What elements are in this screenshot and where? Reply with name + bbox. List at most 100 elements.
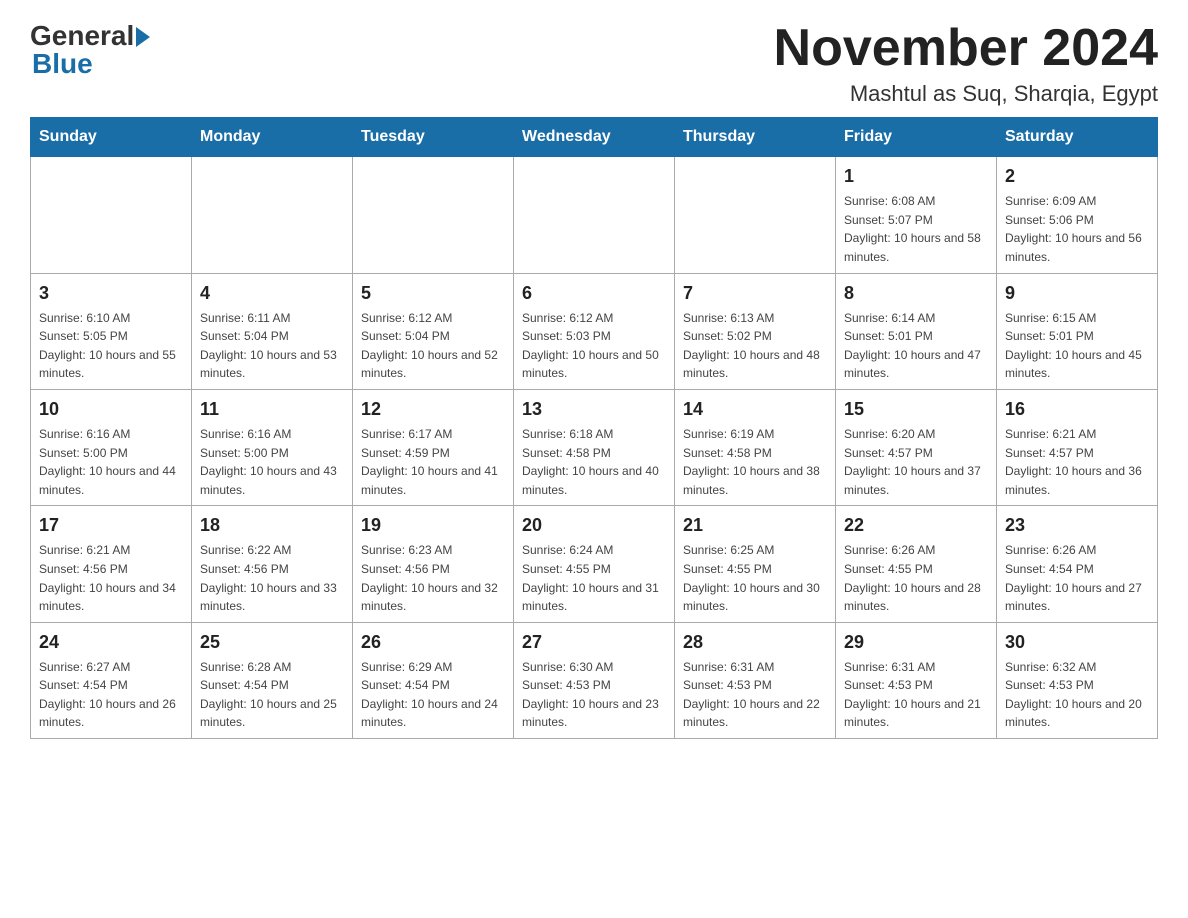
day-number: 6 xyxy=(522,280,666,307)
weekday-header-friday: Friday xyxy=(836,118,997,157)
calendar-cell: 20Sunrise: 6:24 AM Sunset: 4:55 PM Dayli… xyxy=(514,506,675,622)
calendar-cell xyxy=(192,157,353,273)
day-info: Sunrise: 6:17 AM Sunset: 4:59 PM Dayligh… xyxy=(361,425,505,499)
day-number: 25 xyxy=(200,629,344,656)
day-number: 10 xyxy=(39,396,183,423)
calendar-cell: 2Sunrise: 6:09 AM Sunset: 5:06 PM Daylig… xyxy=(997,157,1158,273)
day-info: Sunrise: 6:32 AM Sunset: 4:53 PM Dayligh… xyxy=(1005,658,1149,732)
calendar-cell: 5Sunrise: 6:12 AM Sunset: 5:04 PM Daylig… xyxy=(353,273,514,389)
day-number: 30 xyxy=(1005,629,1149,656)
title-block: November 2024 Mashtul as Suq, Sharqia, E… xyxy=(774,20,1158,107)
weekday-header-row: SundayMondayTuesdayWednesdayThursdayFrid… xyxy=(31,118,1158,157)
day-info: Sunrise: 6:25 AM Sunset: 4:55 PM Dayligh… xyxy=(683,541,827,615)
day-info: Sunrise: 6:26 AM Sunset: 4:55 PM Dayligh… xyxy=(844,541,988,615)
day-number: 15 xyxy=(844,396,988,423)
calendar-cell: 15Sunrise: 6:20 AM Sunset: 4:57 PM Dayli… xyxy=(836,389,997,505)
day-info: Sunrise: 6:22 AM Sunset: 4:56 PM Dayligh… xyxy=(200,541,344,615)
calendar-cell: 26Sunrise: 6:29 AM Sunset: 4:54 PM Dayli… xyxy=(353,622,514,738)
calendar-cell: 18Sunrise: 6:22 AM Sunset: 4:56 PM Dayli… xyxy=(192,506,353,622)
day-number: 12 xyxy=(361,396,505,423)
calendar-cell: 28Sunrise: 6:31 AM Sunset: 4:53 PM Dayli… xyxy=(675,622,836,738)
day-number: 22 xyxy=(844,512,988,539)
day-number: 4 xyxy=(200,280,344,307)
calendar-cell xyxy=(675,157,836,273)
day-number: 27 xyxy=(522,629,666,656)
weekday-header-monday: Monday xyxy=(192,118,353,157)
day-info: Sunrise: 6:15 AM Sunset: 5:01 PM Dayligh… xyxy=(1005,309,1149,383)
day-number: 21 xyxy=(683,512,827,539)
day-info: Sunrise: 6:16 AM Sunset: 5:00 PM Dayligh… xyxy=(39,425,183,499)
calendar-cell: 17Sunrise: 6:21 AM Sunset: 4:56 PM Dayli… xyxy=(31,506,192,622)
weekday-header-sunday: Sunday xyxy=(31,118,192,157)
day-info: Sunrise: 6:19 AM Sunset: 4:58 PM Dayligh… xyxy=(683,425,827,499)
day-number: 18 xyxy=(200,512,344,539)
calendar-cell: 7Sunrise: 6:13 AM Sunset: 5:02 PM Daylig… xyxy=(675,273,836,389)
calendar-cell: 8Sunrise: 6:14 AM Sunset: 5:01 PM Daylig… xyxy=(836,273,997,389)
day-number: 23 xyxy=(1005,512,1149,539)
day-number: 28 xyxy=(683,629,827,656)
day-info: Sunrise: 6:31 AM Sunset: 4:53 PM Dayligh… xyxy=(683,658,827,732)
day-info: Sunrise: 6:11 AM Sunset: 5:04 PM Dayligh… xyxy=(200,309,344,383)
day-info: Sunrise: 6:14 AM Sunset: 5:01 PM Dayligh… xyxy=(844,309,988,383)
day-info: Sunrise: 6:21 AM Sunset: 4:56 PM Dayligh… xyxy=(39,541,183,615)
calendar-week-2: 3Sunrise: 6:10 AM Sunset: 5:05 PM Daylig… xyxy=(31,273,1158,389)
calendar-cell: 1Sunrise: 6:08 AM Sunset: 5:07 PM Daylig… xyxy=(836,157,997,273)
day-info: Sunrise: 6:18 AM Sunset: 4:58 PM Dayligh… xyxy=(522,425,666,499)
calendar-week-5: 24Sunrise: 6:27 AM Sunset: 4:54 PM Dayli… xyxy=(31,622,1158,738)
day-number: 14 xyxy=(683,396,827,423)
calendar-cell: 27Sunrise: 6:30 AM Sunset: 4:53 PM Dayli… xyxy=(514,622,675,738)
calendar-cell: 25Sunrise: 6:28 AM Sunset: 4:54 PM Dayli… xyxy=(192,622,353,738)
day-info: Sunrise: 6:12 AM Sunset: 5:03 PM Dayligh… xyxy=(522,309,666,383)
calendar-cell: 14Sunrise: 6:19 AM Sunset: 4:58 PM Dayli… xyxy=(675,389,836,505)
day-number: 1 xyxy=(844,163,988,190)
logo-blue-text: Blue xyxy=(32,48,93,80)
day-number: 8 xyxy=(844,280,988,307)
day-info: Sunrise: 6:27 AM Sunset: 4:54 PM Dayligh… xyxy=(39,658,183,732)
weekday-header-tuesday: Tuesday xyxy=(353,118,514,157)
calendar-cell: 12Sunrise: 6:17 AM Sunset: 4:59 PM Dayli… xyxy=(353,389,514,505)
day-number: 24 xyxy=(39,629,183,656)
day-number: 7 xyxy=(683,280,827,307)
calendar-cell xyxy=(514,157,675,273)
calendar-cell xyxy=(31,157,192,273)
day-info: Sunrise: 6:30 AM Sunset: 4:53 PM Dayligh… xyxy=(522,658,666,732)
day-number: 17 xyxy=(39,512,183,539)
day-info: Sunrise: 6:08 AM Sunset: 5:07 PM Dayligh… xyxy=(844,192,988,266)
calendar-cell: 29Sunrise: 6:31 AM Sunset: 4:53 PM Dayli… xyxy=(836,622,997,738)
day-info: Sunrise: 6:21 AM Sunset: 4:57 PM Dayligh… xyxy=(1005,425,1149,499)
day-number: 13 xyxy=(522,396,666,423)
calendar-table: SundayMondayTuesdayWednesdayThursdayFrid… xyxy=(30,117,1158,739)
calendar-cell: 10Sunrise: 6:16 AM Sunset: 5:00 PM Dayli… xyxy=(31,389,192,505)
day-number: 9 xyxy=(1005,280,1149,307)
calendar-cell xyxy=(353,157,514,273)
calendar-cell: 6Sunrise: 6:12 AM Sunset: 5:03 PM Daylig… xyxy=(514,273,675,389)
day-info: Sunrise: 6:16 AM Sunset: 5:00 PM Dayligh… xyxy=(200,425,344,499)
calendar-subtitle: Mashtul as Suq, Sharqia, Egypt xyxy=(774,81,1158,107)
calendar-cell: 9Sunrise: 6:15 AM Sunset: 5:01 PM Daylig… xyxy=(997,273,1158,389)
logo: General Blue xyxy=(30,20,150,80)
calendar-week-1: 1Sunrise: 6:08 AM Sunset: 5:07 PM Daylig… xyxy=(31,157,1158,273)
logo-arrow-icon xyxy=(136,27,150,47)
day-info: Sunrise: 6:29 AM Sunset: 4:54 PM Dayligh… xyxy=(361,658,505,732)
weekday-header-wednesday: Wednesday xyxy=(514,118,675,157)
page-header: General Blue November 2024 Mashtul as Su… xyxy=(30,20,1158,107)
calendar-week-4: 17Sunrise: 6:21 AM Sunset: 4:56 PM Dayli… xyxy=(31,506,1158,622)
day-info: Sunrise: 6:31 AM Sunset: 4:53 PM Dayligh… xyxy=(844,658,988,732)
calendar-cell: 16Sunrise: 6:21 AM Sunset: 4:57 PM Dayli… xyxy=(997,389,1158,505)
day-number: 5 xyxy=(361,280,505,307)
calendar-cell: 11Sunrise: 6:16 AM Sunset: 5:00 PM Dayli… xyxy=(192,389,353,505)
day-info: Sunrise: 6:10 AM Sunset: 5:05 PM Dayligh… xyxy=(39,309,183,383)
calendar-cell: 23Sunrise: 6:26 AM Sunset: 4:54 PM Dayli… xyxy=(997,506,1158,622)
calendar-header: SundayMondayTuesdayWednesdayThursdayFrid… xyxy=(31,118,1158,157)
day-info: Sunrise: 6:12 AM Sunset: 5:04 PM Dayligh… xyxy=(361,309,505,383)
calendar-body: 1Sunrise: 6:08 AM Sunset: 5:07 PM Daylig… xyxy=(31,157,1158,739)
day-info: Sunrise: 6:20 AM Sunset: 4:57 PM Dayligh… xyxy=(844,425,988,499)
calendar-week-3: 10Sunrise: 6:16 AM Sunset: 5:00 PM Dayli… xyxy=(31,389,1158,505)
day-info: Sunrise: 6:23 AM Sunset: 4:56 PM Dayligh… xyxy=(361,541,505,615)
calendar-cell: 3Sunrise: 6:10 AM Sunset: 5:05 PM Daylig… xyxy=(31,273,192,389)
calendar-cell: 24Sunrise: 6:27 AM Sunset: 4:54 PM Dayli… xyxy=(31,622,192,738)
calendar-cell: 21Sunrise: 6:25 AM Sunset: 4:55 PM Dayli… xyxy=(675,506,836,622)
day-info: Sunrise: 6:13 AM Sunset: 5:02 PM Dayligh… xyxy=(683,309,827,383)
day-number: 3 xyxy=(39,280,183,307)
day-number: 2 xyxy=(1005,163,1149,190)
